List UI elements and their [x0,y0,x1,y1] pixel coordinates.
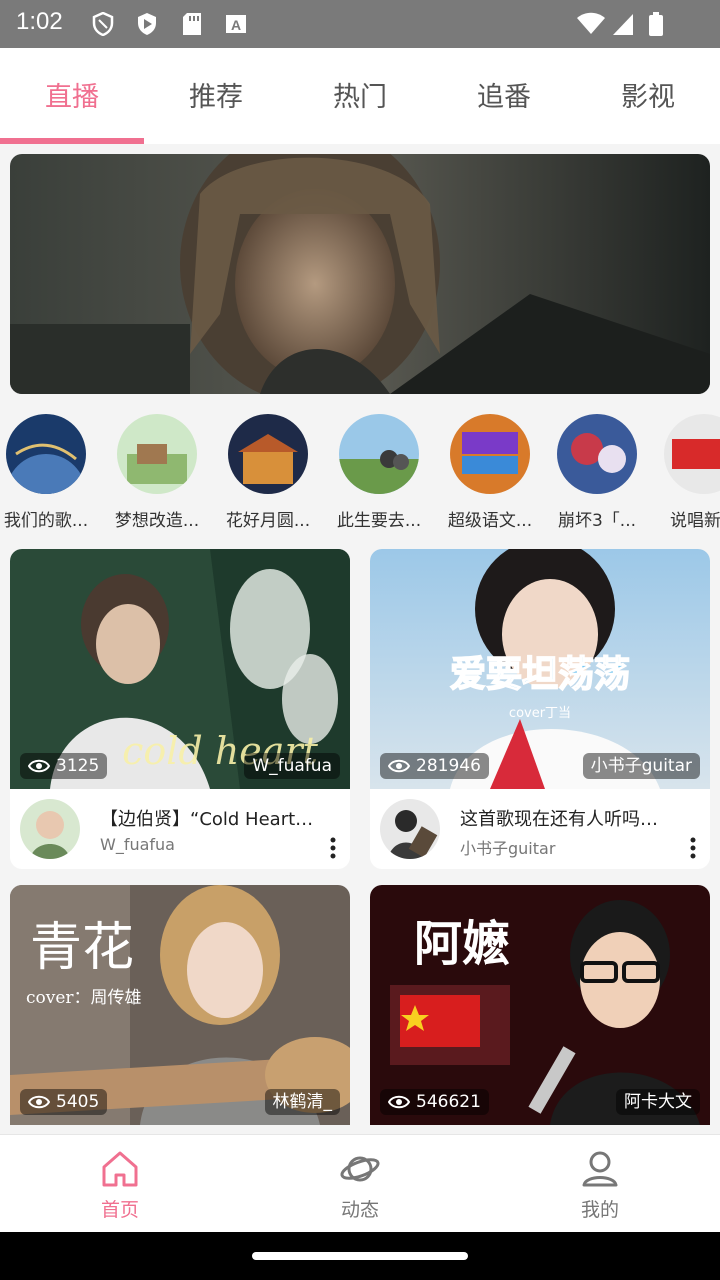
banner-image [10,154,710,394]
channel-thumbnail [664,414,720,494]
shield-icon [92,12,114,36]
channel-item[interactable]: 花好月圆... [218,410,318,531]
video-card[interactable]: cold heart 3125 W_fuafua 【边伯贤】“Cold Hear… [10,549,350,869]
system-navigation-bar [0,1232,720,1280]
nav-label: 我的 [580,1199,619,1221]
tab-hot[interactable]: 热门 [288,48,432,144]
more-options-icon[interactable] [690,837,696,859]
video-card[interactable]: 青花 cover：周传雄 5405 林鹤清_ [10,885,350,1125]
top-tab-bar: 直播 推荐 热门 追番 影视 [0,48,720,144]
battery-icon [649,12,663,36]
view-count: 3125 [56,756,100,776]
sd-card-icon [183,13,201,35]
nav-dynamic[interactable]: 动态 [240,1135,480,1233]
channel-thumbnail [450,414,530,494]
status-time: 1:02 [16,8,63,35]
tab-anime[interactable]: 追番 [432,48,576,144]
video-overlay-subtext: cover：周传雄 [26,988,142,1008]
author-badge: 阿卡大文 [616,1089,700,1115]
eye-icon [388,1095,410,1109]
video-overlay-subtext: cover丁当 [509,706,571,721]
video-card[interactable]: 爱要坦荡荡 cover丁当 281946 小书子guitar 这首歌现在还有人听… [370,549,710,869]
svg-text:A: A [231,17,241,33]
channel-item[interactable]: 说唱新世 [654,410,720,531]
nav-home[interactable]: 首页 [0,1135,240,1233]
home-gesture-bar[interactable] [252,1252,468,1260]
channel-item[interactable]: 崩坏3「... [547,410,647,531]
planet-icon [340,1156,380,1182]
author-badge: W_fuafua [244,753,340,779]
channel-item[interactable]: 此生要去... [329,410,429,531]
bottom-navigation: 首页 动态 我的 [0,1134,720,1233]
person-icon [582,1151,618,1187]
more-options-icon[interactable] [330,837,336,859]
avatar[interactable] [20,799,80,859]
status-bar: 1:02 A [0,0,720,48]
home-icon [102,1151,138,1187]
channel-thumbnail [6,414,86,494]
nav-profile[interactable]: 我的 [480,1135,720,1233]
channel-item[interactable]: 超级语文... [440,410,540,531]
channel-label: 超级语文... [447,511,533,531]
view-count-badge: 5405 [20,1089,108,1115]
eye-icon [28,759,50,773]
channel-strip: 我们的歌... 梦想改造... 花好月圆... 此生要去... 超级语文... … [0,410,720,535]
tab-recommend[interactable]: 推荐 [144,48,288,144]
channel-label: 崩坏3「... [557,511,637,531]
view-count-badge: 546621 [380,1089,489,1115]
view-count: 546621 [416,1092,481,1112]
active-tab-indicator [0,138,144,144]
channel-label: 花好月圆... [225,511,311,531]
view-count-badge: 3125 [20,753,108,779]
avatar[interactable] [380,799,440,859]
hero-banner[interactable] [10,154,710,394]
eye-icon [388,759,410,773]
video-author[interactable]: 小书子guitar [460,835,555,859]
author-badge: 林鹤清_ [264,1089,340,1115]
channel-label: 此生要去... [336,511,422,531]
video-title[interactable]: 【边伯贤】“Cold Heart… [100,805,320,831]
channel-item[interactable]: 梦想改造... [107,410,207,531]
video-author[interactable]: W_fuafua [100,835,175,854]
eye-icon [28,1095,50,1109]
video-overlay-text: 爱要坦荡荡 [450,654,630,695]
wifi-icon [577,12,605,34]
tab-live[interactable]: 直播 [0,48,144,144]
channel-item[interactable]: 我们的歌... [0,410,96,531]
text-a-icon: A [226,15,246,33]
channel-thumbnail [557,414,637,494]
channel-thumbnail [228,414,308,494]
tab-movies[interactable]: 影视 [576,48,720,144]
video-overlay-text: 青花 [30,918,134,978]
view-count: 5405 [56,1092,100,1112]
channel-label: 梦想改造... [114,511,200,531]
view-count-badge: 281946 [380,753,489,779]
play-protect-icon [138,13,156,35]
video-overlay-text: 阿嬷 [414,916,510,972]
channel-thumbnail [117,414,197,494]
channel-label: 我们的歌... [3,511,89,531]
channel-thumbnail [339,414,419,494]
signal-icon [613,14,633,35]
video-card[interactable]: 阿嬷 546621 阿卡大文 [370,885,710,1125]
channel-label: 说唱新世 [670,511,720,531]
view-count: 281946 [416,756,481,776]
nav-label: 首页 [100,1199,139,1221]
author-badge: 小书子guitar [582,753,700,779]
video-title[interactable]: 这首歌现在还有人听吗… [460,805,680,831]
nav-label: 动态 [340,1199,379,1221]
